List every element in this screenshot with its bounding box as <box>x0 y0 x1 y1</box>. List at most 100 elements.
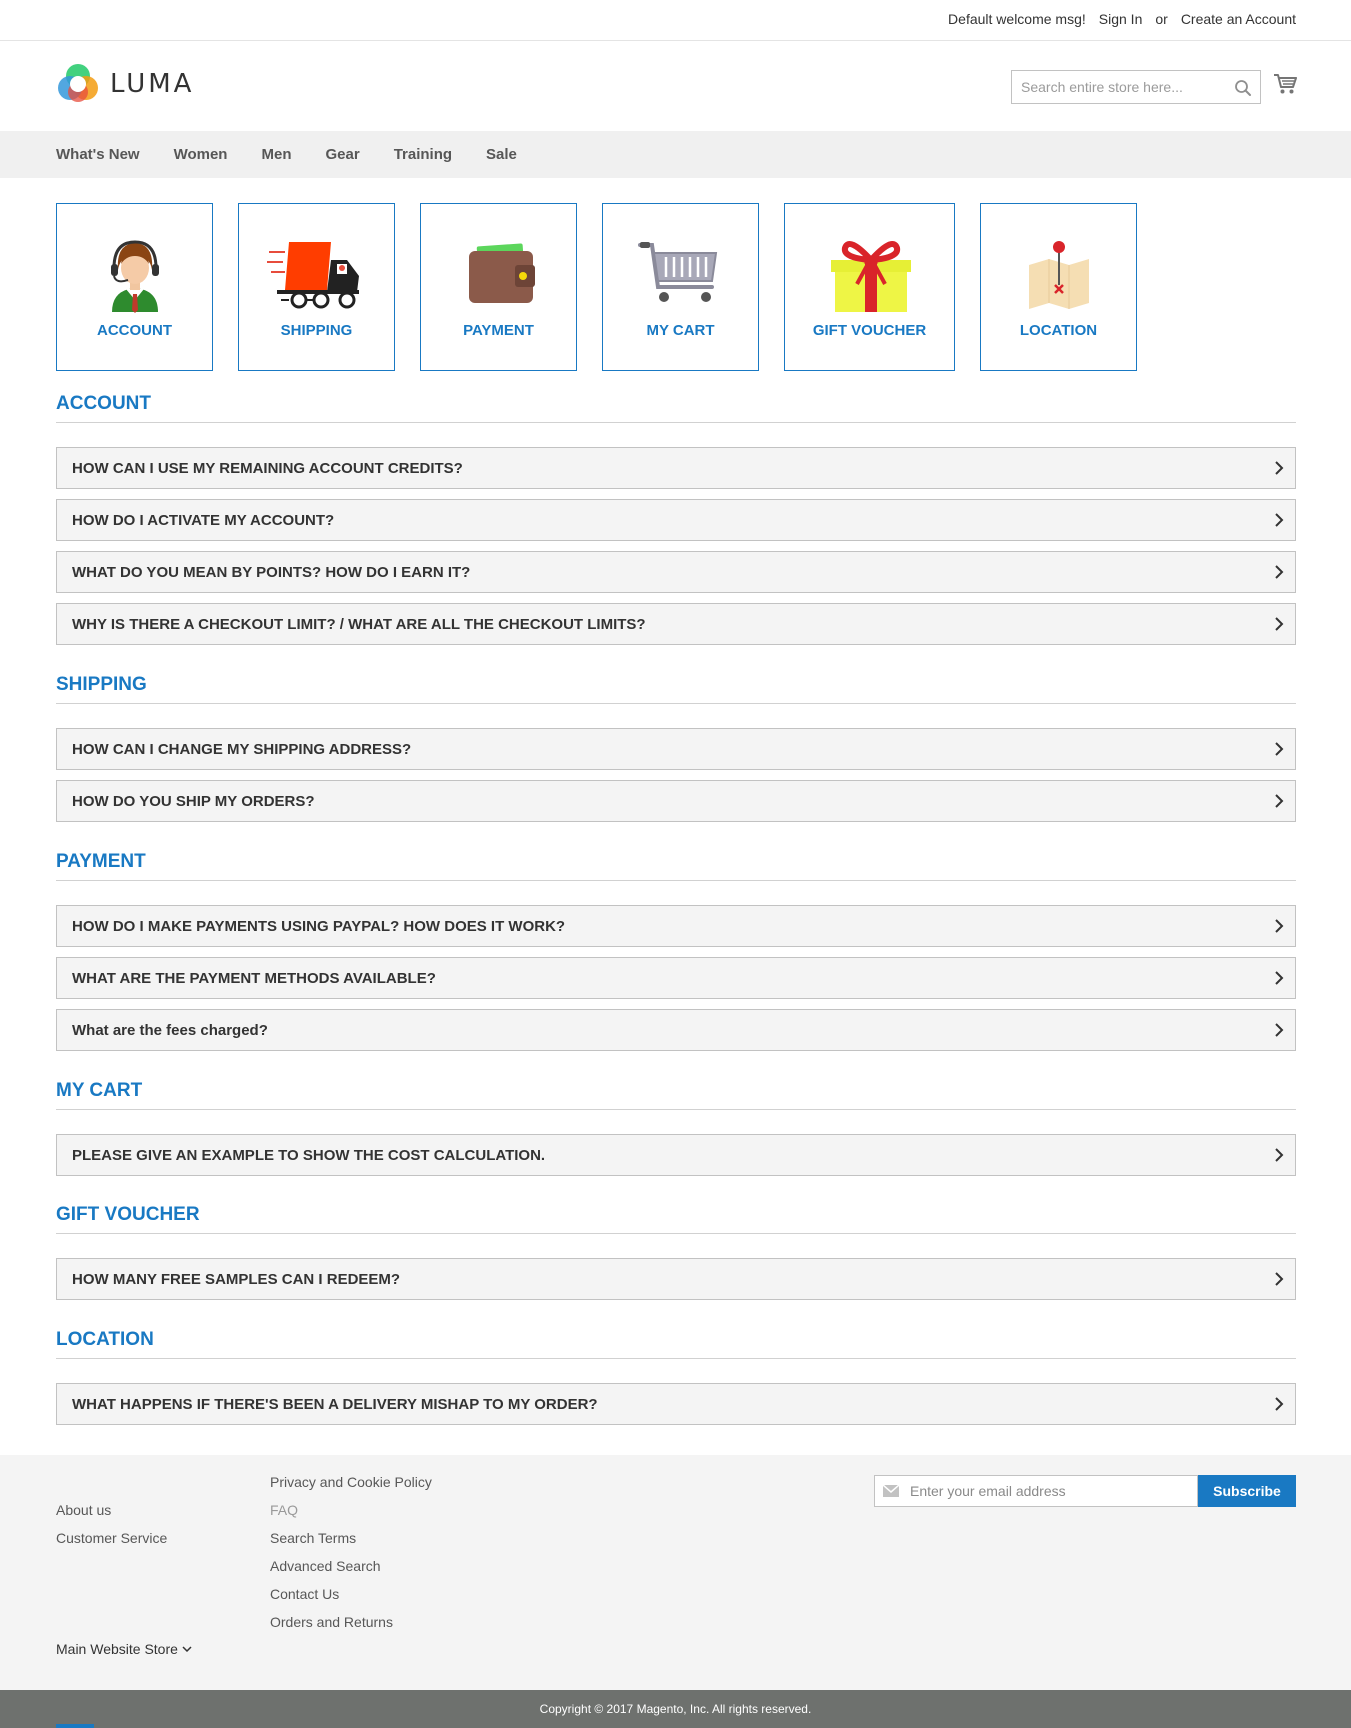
newsletter-field <box>874 1475 1198 1507</box>
faq-section-gift-voucher: GIFT VOUCHER HOW MANY FREE SAMPLES CAN I… <box>56 1204 1296 1300</box>
nav-item-sale[interactable]: Sale <box>486 131 517 178</box>
chevron-right-icon <box>1275 565 1284 579</box>
chevron-right-icon <box>1275 1397 1284 1411</box>
footer-link-customer-service[interactable]: Customer Service <box>56 1524 167 1552</box>
section-title: PAYMENT <box>56 851 1296 881</box>
question-text: HOW DO I MAKE PAYMENTS USING PAYPAL? HOW… <box>72 918 566 935</box>
faq-question[interactable]: WHAT DO YOU MEAN BY POINTS? HOW DO I EAR… <box>56 551 1296 593</box>
chevron-right-icon <box>1275 742 1284 756</box>
logo-text: LUMA <box>110 69 195 99</box>
subscribe-button[interactable]: Subscribe <box>1198 1475 1296 1507</box>
section-title: SHIPPING <box>56 674 1296 704</box>
footer-link-about-us[interactable]: About us <box>56 1496 167 1524</box>
category-label: PAYMENT <box>463 322 534 339</box>
wallet-icon <box>468 243 535 303</box>
question-text: HOW CAN I USE MY REMAINING ACCOUNT CREDI… <box>72 460 463 477</box>
top-panel: Default welcome msg! Sign In or Create a… <box>0 0 1351 41</box>
nav-item-women[interactable]: Women <box>174 131 228 178</box>
section-title: MY CART <box>56 1080 1296 1110</box>
delivery-truck-icon <box>266 242 359 309</box>
footer-link-faq: FAQ <box>270 1502 299 1518</box>
category-label: GIFT VOUCHER <box>812 322 927 339</box>
faq-question[interactable]: HOW CAN I USE MY REMAINING ACCOUNT CREDI… <box>56 447 1296 489</box>
faq-category-cards: ACCOUNT SHIPPING PAYMENT MY CART GIFT VO… <box>56 203 1137 371</box>
faq-section-my-cart: MY CART PLEASE GIVE AN EXAMPLE TO SHOW T… <box>56 1080 1296 1176</box>
faq-question[interactable]: HOW DO I MAKE PAYMENTS USING PAYPAL? HOW… <box>56 905 1296 947</box>
faq-question[interactable]: HOW CAN I CHANGE MY SHIPPING ADDRESS? <box>56 728 1296 770</box>
nav-item-training[interactable]: Training <box>394 131 452 178</box>
category-label: ACCOUNT <box>97 322 172 339</box>
envelope-icon <box>883 1485 899 1497</box>
nav-item-whats-new[interactable]: What's New <box>56 131 140 178</box>
question-text: WHAT HAPPENS IF THERE'S BEEN A DELIVERY … <box>72 1396 598 1413</box>
faq-question[interactable]: WHY IS THERE A CHECKOUT LIMIT? / WHAT AR… <box>56 603 1296 645</box>
category-label: LOCATION <box>1019 322 1098 339</box>
store-switcher-label: Main Website Store <box>56 1641 178 1657</box>
question-text: PLEASE GIVE AN EXAMPLE TO SHOW THE COST … <box>72 1147 546 1164</box>
search-box <box>1011 70 1261 104</box>
faq-question[interactable]: WHAT HAPPENS IF THERE'S BEEN A DELIVERY … <box>56 1383 1296 1425</box>
faq-question[interactable]: HOW DO YOU SHIP MY ORDERS? <box>56 780 1296 822</box>
minicart-icon[interactable] <box>1273 73 1297 95</box>
faq-question[interactable]: HOW DO I ACTIVATE MY ACCOUNT? <box>56 499 1296 541</box>
footer: About us Customer Service Privacy and Co… <box>0 1455 1351 1690</box>
category-card-my-cart[interactable]: MY CART <box>602 203 759 371</box>
chevron-right-icon <box>1275 1023 1284 1037</box>
nav-item-gear[interactable]: Gear <box>325 131 359 178</box>
question-text: HOW CAN I CHANGE MY SHIPPING ADDRESS? <box>72 741 412 758</box>
newsletter-email-input[interactable] <box>875 1476 1197 1506</box>
category-card-account[interactable]: ACCOUNT <box>56 203 213 371</box>
faq-question[interactable]: What are the fees charged? <box>56 1009 1296 1051</box>
header-links: Default welcome msg! Sign In or Create a… <box>948 11 1296 27</box>
category-label: MY CART <box>646 322 715 339</box>
category-card-payment[interactable]: PAYMENT <box>420 203 577 371</box>
footer-link-orders-returns[interactable]: Orders and Returns <box>270 1608 432 1636</box>
question-text: HOW DO I ACTIVATE MY ACCOUNT? <box>72 512 335 529</box>
category-label: SHIPPING <box>280 322 353 339</box>
store-logo[interactable]: LUMA <box>56 62 194 106</box>
chevron-right-icon <box>1275 919 1284 933</box>
section-title: LOCATION <box>56 1329 1296 1359</box>
question-text: What are the fees charged? <box>72 1022 268 1039</box>
section-title: ACCOUNT <box>56 393 1296 423</box>
chevron-right-icon <box>1275 971 1284 985</box>
category-card-location[interactable]: LOCATION <box>980 203 1137 371</box>
footer-links-col-1: About us Customer Service <box>56 1496 167 1552</box>
faq-question[interactable]: PLEASE GIVE AN EXAMPLE TO SHOW THE COST … <box>56 1134 1296 1176</box>
search-input[interactable] <box>1012 71 1260 103</box>
faq-section-payment: PAYMENT HOW DO I MAKE PAYMENTS USING PAY… <box>56 851 1296 1051</box>
copyright-text: Copyright © 2017 Magento, Inc. All right… <box>539 1702 812 1716</box>
faq-question[interactable]: HOW MANY FREE SAMPLES CAN I REDEEM? <box>56 1258 1296 1300</box>
footer-link-advanced-search[interactable]: Advanced Search <box>270 1552 432 1580</box>
scroll-tab-indicator <box>56 1724 94 1728</box>
nav-item-men[interactable]: Men <box>261 131 291 178</box>
store-switcher[interactable]: Main Website Store <box>56 1641 192 1657</box>
chevron-right-icon <box>1275 1148 1284 1162</box>
question-text: HOW DO YOU SHIP MY ORDERS? <box>72 793 315 810</box>
category-card-shipping[interactable]: SHIPPING <box>238 203 395 371</box>
question-text: WHY IS THERE A CHECKOUT LIMIT? / WHAT AR… <box>72 616 646 633</box>
create-account-link[interactable]: Create an Account <box>1181 11 1296 27</box>
copyright-bar: Copyright © 2017 Magento, Inc. All right… <box>0 1690 1351 1728</box>
footer-link-contact-us[interactable]: Contact Us <box>270 1580 432 1608</box>
welcome-message: Default welcome msg! <box>948 11 1086 27</box>
chevron-right-icon <box>1275 794 1284 808</box>
customer-service-icon <box>110 240 159 313</box>
or-separator: or <box>1155 11 1168 27</box>
footer-link-privacy[interactable]: Privacy and Cookie Policy <box>270 1468 432 1496</box>
search-icon[interactable] <box>1234 79 1252 97</box>
footer-link-search-terms[interactable]: Search Terms <box>270 1524 432 1552</box>
faq-section-account: ACCOUNT HOW CAN I USE MY REMAINING ACCOU… <box>56 393 1296 645</box>
map-pin-icon <box>1028 241 1089 309</box>
newsletter-form: Subscribe <box>874 1475 1296 1507</box>
question-text: WHAT DO YOU MEAN BY POINTS? HOW DO I EAR… <box>72 564 471 581</box>
shopping-cart-icon <box>637 242 717 302</box>
sign-in-link[interactable]: Sign In <box>1099 11 1143 27</box>
question-text: HOW MANY FREE SAMPLES CAN I REDEEM? <box>72 1271 401 1288</box>
chevron-right-icon <box>1275 1272 1284 1286</box>
faq-section-location: LOCATION WHAT HAPPENS IF THERE'S BEEN A … <box>56 1329 1296 1425</box>
section-title: GIFT VOUCHER <box>56 1204 1296 1234</box>
chevron-right-icon <box>1275 513 1284 527</box>
faq-question[interactable]: WHAT ARE THE PAYMENT METHODS AVAILABLE? <box>56 957 1296 999</box>
category-card-gift-voucher[interactable]: GIFT VOUCHER <box>784 203 955 371</box>
